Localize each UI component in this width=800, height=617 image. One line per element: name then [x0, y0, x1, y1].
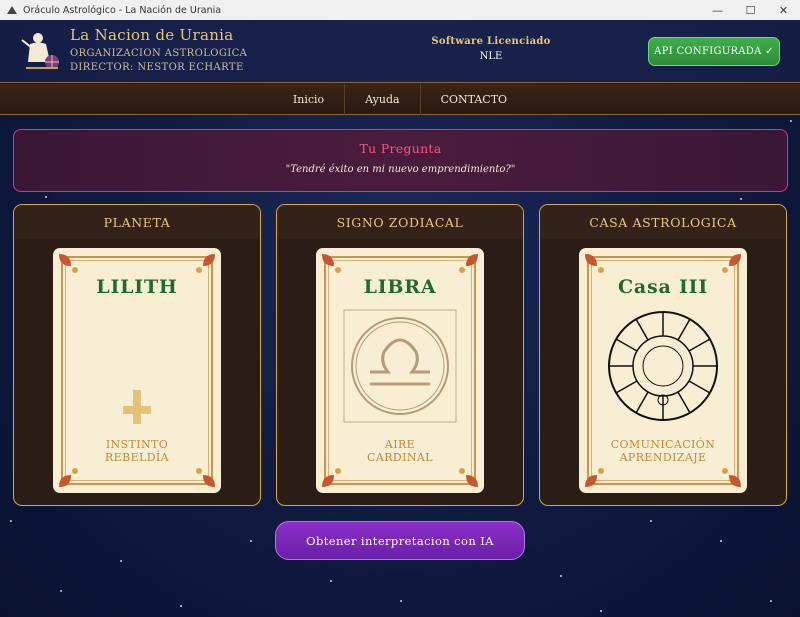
- house-panel: CASA ASTROLOGICA Casa III COMUNICACIÓN A…: [539, 204, 787, 506]
- panel-heading: CASA ASTROLOGICA: [540, 205, 786, 239]
- license-label: Software Licenciado: [431, 36, 551, 47]
- planet-card[interactable]: LILITH INSTINTO REBELDÍA: [53, 248, 221, 493]
- lilith-glyph-icon: [107, 306, 151, 424]
- corner-ornament-icon: [585, 468, 604, 487]
- question-text: "Tendré éxito en mi nuevo emprendimiento…: [285, 164, 516, 175]
- get-interpretation-button[interactable]: Obtener interpretacion con IA: [275, 521, 525, 560]
- corner-ornament-icon: [196, 254, 215, 273]
- question-title: Tu Pregunta: [359, 141, 442, 156]
- license-value: NLE: [479, 51, 503, 62]
- nav-item-contacto[interactable]: CONTACTO: [419, 84, 528, 115]
- sign-card[interactable]: LIBRA AIRE CARDINAL: [316, 248, 484, 493]
- api-configured-button[interactable]: API CONFIGURADA ✓: [648, 37, 780, 66]
- question-box: Tu Pregunta "Tendré éxito en mi nuevo em…: [13, 129, 788, 192]
- nav-item-inicio[interactable]: Inicio: [273, 84, 344, 115]
- card-title: Casa III: [617, 276, 709, 298]
- urania-logo: [20, 28, 62, 74]
- card-keywords: AIRE CARDINAL: [316, 438, 484, 464]
- main-nav: Inicio Ayuda CONTACTO: [0, 84, 800, 115]
- corner-ornament-icon: [459, 254, 478, 273]
- card-title: LILITH: [96, 276, 178, 298]
- keyword: REBELDÍA: [104, 451, 170, 464]
- corner-ornament-icon: [322, 254, 341, 273]
- corner-ornament-icon: [585, 254, 604, 273]
- planet-panel: PLANETA LILITH INSTINTO REBELDÍA: [13, 204, 261, 506]
- house-card[interactable]: Casa III COMUNICACIÓN APRENDIZAJE: [579, 248, 747, 493]
- corner-ornament-icon: [322, 468, 341, 487]
- panel-heading: PLANETA: [14, 205, 260, 239]
- close-button[interactable]: ✕: [767, 0, 800, 20]
- nav-item-ayuda[interactable]: Ayuda: [344, 84, 419, 115]
- corner-ornament-icon: [59, 468, 78, 487]
- corner-ornament-icon: [196, 468, 215, 487]
- app-icon: [5, 3, 19, 17]
- window-titlebar: Oráculo Astrológico - La Nación de Urani…: [0, 0, 800, 20]
- keyword: CARDINAL: [367, 451, 433, 464]
- window-title: Oráculo Astrológico - La Nación de Urani…: [23, 4, 222, 16]
- keyword: APRENDIZAJE: [619, 451, 707, 464]
- app-header: La Nacion de Urania ORGANIZACION ASTROLO…: [0, 20, 800, 83]
- brand-name: La Nacion de Urania: [70, 26, 234, 44]
- keyword: INSTINTO: [105, 438, 169, 451]
- corner-ornament-icon: [59, 254, 78, 273]
- corner-ornament-icon: [722, 254, 741, 273]
- organization-label: ORGANIZACION ASTROLOGICA: [70, 48, 248, 59]
- corner-ornament-icon: [459, 468, 478, 487]
- keyword: AIRE: [384, 438, 416, 451]
- keyword: COMUNICACIÓN: [610, 438, 716, 451]
- house-wheel-icon: [608, 311, 718, 421]
- libra-glyph-icon: [343, 309, 457, 423]
- sign-panel: SIGNO ZODIACAL LIBRA AIRE CARDINAL: [276, 204, 524, 506]
- card-keywords: COMUNICACIÓN APRENDIZAJE: [579, 438, 747, 464]
- card-keywords: INSTINTO REBELDÍA: [53, 438, 221, 464]
- director-label: DIRECTOR: NESTOR ECHARTE: [70, 62, 244, 73]
- corner-ornament-icon: [722, 468, 741, 487]
- card-title: LIBRA: [363, 276, 437, 298]
- license-info: Software Licenciado NLE: [418, 36, 564, 62]
- minimize-button[interactable]: —: [701, 0, 734, 20]
- maximize-button[interactable]: ☐: [734, 0, 767, 20]
- panel-heading: SIGNO ZODIACAL: [277, 205, 523, 239]
